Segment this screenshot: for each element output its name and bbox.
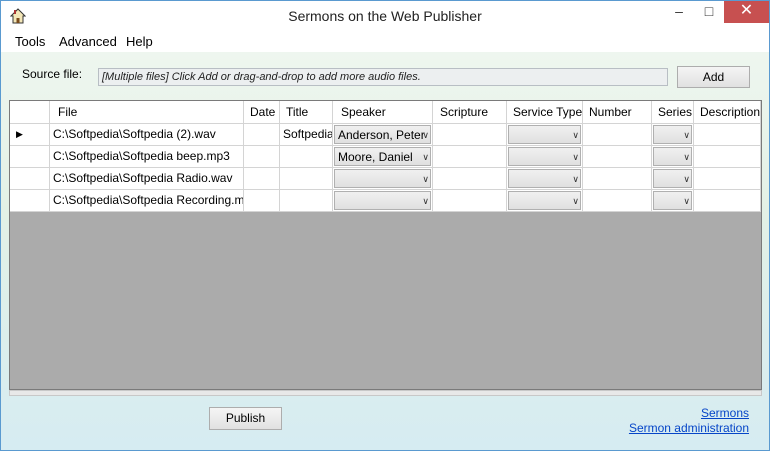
- description-cell[interactable]: [694, 124, 761, 146]
- chevron-down-icon: ∨: [683, 130, 690, 140]
- title-cell[interactable]: [280, 190, 333, 212]
- sermons-link[interactable]: Sermons: [701, 406, 749, 420]
- speaker-cell: ∨: [333, 168, 433, 190]
- title-cell[interactable]: Softpedia: [280, 124, 333, 146]
- scripture-cell[interactable]: [433, 168, 507, 190]
- column-header-speaker[interactable]: Speaker: [333, 101, 433, 124]
- description-cell[interactable]: [694, 168, 761, 190]
- chevron-down-icon: ∨: [422, 152, 429, 162]
- row-header[interactable]: [10, 168, 50, 190]
- speaker-select[interactable]: ∨: [334, 191, 431, 210]
- date-cell[interactable]: [244, 190, 280, 212]
- file-cell[interactable]: C:\Softpedia\Softpedia beep.mp3: [50, 146, 244, 168]
- chevron-down-icon: ∨: [422, 196, 429, 206]
- chevron-down-icon: ∨: [683, 196, 690, 206]
- row-header[interactable]: [10, 146, 50, 168]
- column-header-scripture[interactable]: Scripture: [433, 101, 507, 124]
- speaker-select[interactable]: Anderson, Peter ∨: [334, 125, 431, 144]
- number-cell[interactable]: [583, 124, 652, 146]
- service-type-select[interactable]: ∨: [508, 169, 581, 188]
- source-file-field[interactable]: [Multiple files] Click Add or drag-and-d…: [98, 68, 668, 86]
- maximize-button[interactable]: □: [694, 1, 724, 23]
- title-bar[interactable]: Sermons on the Web Publisher – □ ✕: [1, 1, 769, 31]
- speaker-cell: Anderson, Peter ∨: [333, 124, 433, 146]
- close-icon: ✕: [739, 2, 754, 19]
- column-header-file[interactable]: File: [50, 101, 244, 124]
- column-header-title[interactable]: Title: [280, 101, 333, 124]
- series-cell: ∨: [652, 124, 694, 146]
- menu-help[interactable]: Help: [126, 34, 153, 49]
- chevron-down-icon: ∨: [572, 130, 579, 140]
- series-select[interactable]: ∨: [653, 169, 692, 188]
- speaker-cell: ∨: [333, 190, 433, 212]
- series-cell: ∨: [652, 146, 694, 168]
- chevron-down-icon: ∨: [572, 196, 579, 206]
- series-select[interactable]: ∨: [653, 191, 692, 210]
- sermon-grid[interactable]: File Date Title Speaker Scripture Servic…: [9, 100, 762, 390]
- number-cell[interactable]: [583, 168, 652, 190]
- chevron-down-icon: ∨: [683, 152, 690, 162]
- service-type-cell: ∨: [507, 168, 583, 190]
- service-type-cell: ∨: [507, 124, 583, 146]
- series-select[interactable]: ∨: [653, 125, 692, 144]
- main-window: Sermons on the Web Publisher – □ ✕ Tools…: [0, 0, 770, 451]
- series-cell: ∨: [652, 190, 694, 212]
- row-header[interactable]: ▶: [10, 124, 50, 146]
- chevron-down-icon: ∨: [683, 174, 690, 184]
- close-button[interactable]: ✕: [724, 1, 769, 23]
- speaker-select[interactable]: ∨: [334, 169, 431, 188]
- speaker-cell: Moore, Daniel ∨: [333, 146, 433, 168]
- window-title: Sermons on the Web Publisher: [288, 8, 482, 24]
- series-select[interactable]: ∨: [653, 147, 692, 166]
- service-type-cell: ∨: [507, 146, 583, 168]
- sermon-administration-link[interactable]: Sermon administration: [629, 421, 749, 435]
- chevron-down-icon: ∨: [422, 174, 429, 184]
- scripture-cell[interactable]: [433, 190, 507, 212]
- service-type-select[interactable]: ∨: [508, 147, 581, 166]
- column-header-service-type[interactable]: Service Type: [507, 101, 583, 124]
- description-cell[interactable]: [694, 190, 761, 212]
- number-cell[interactable]: [583, 146, 652, 168]
- row-pointer-icon: ▶: [16, 129, 23, 139]
- title-cell[interactable]: [280, 146, 333, 168]
- horizontal-scrollbar[interactable]: [9, 390, 762, 396]
- chevron-down-icon: ∨: [572, 152, 579, 162]
- file-cell[interactable]: C:\Softpedia\Softpedia Recording.mp3: [50, 190, 244, 212]
- file-cell[interactable]: C:\Softpedia\Softpedia (2).wav: [50, 124, 244, 146]
- date-cell[interactable]: [244, 124, 280, 146]
- client-area: Source file: [Multiple files] Click Add …: [1, 52, 769, 450]
- column-header-series[interactable]: Series: [652, 101, 694, 124]
- maximize-icon: □: [704, 3, 714, 19]
- chevron-down-icon: ∨: [572, 174, 579, 184]
- menu-tools[interactable]: Tools: [15, 34, 45, 49]
- series-cell: ∨: [652, 168, 694, 190]
- speaker-value: Anderson, Peter: [338, 128, 425, 142]
- scripture-cell[interactable]: [433, 146, 507, 168]
- description-cell[interactable]: [694, 146, 761, 168]
- service-type-cell: ∨: [507, 190, 583, 212]
- minimize-button[interactable]: –: [664, 1, 694, 23]
- menu-bar: Tools Advanced Help: [1, 32, 769, 52]
- column-header-description[interactable]: Description: [694, 101, 761, 124]
- add-button[interactable]: Add: [677, 66, 750, 88]
- title-cell[interactable]: [280, 168, 333, 190]
- file-cell[interactable]: C:\Softpedia\Softpedia Radio.wav: [50, 168, 244, 190]
- date-cell[interactable]: [244, 146, 280, 168]
- column-header-date[interactable]: Date: [244, 101, 280, 124]
- speaker-select[interactable]: Moore, Daniel ∨: [334, 147, 431, 166]
- row-header[interactable]: [10, 190, 50, 212]
- menu-advanced[interactable]: Advanced: [59, 34, 117, 49]
- publish-button[interactable]: Publish: [209, 407, 282, 430]
- service-type-select[interactable]: ∨: [508, 125, 581, 144]
- date-cell[interactable]: [244, 168, 280, 190]
- speaker-value: Moore, Daniel: [338, 150, 413, 164]
- column-header-number[interactable]: Number: [583, 101, 652, 124]
- grid-corner: [10, 101, 50, 124]
- scripture-cell[interactable]: [433, 124, 507, 146]
- number-cell[interactable]: [583, 190, 652, 212]
- service-type-select[interactable]: ∨: [508, 191, 581, 210]
- source-file-label: Source file:: [22, 67, 83, 81]
- chevron-down-icon: ∨: [422, 130, 429, 140]
- minimize-icon: –: [675, 3, 683, 19]
